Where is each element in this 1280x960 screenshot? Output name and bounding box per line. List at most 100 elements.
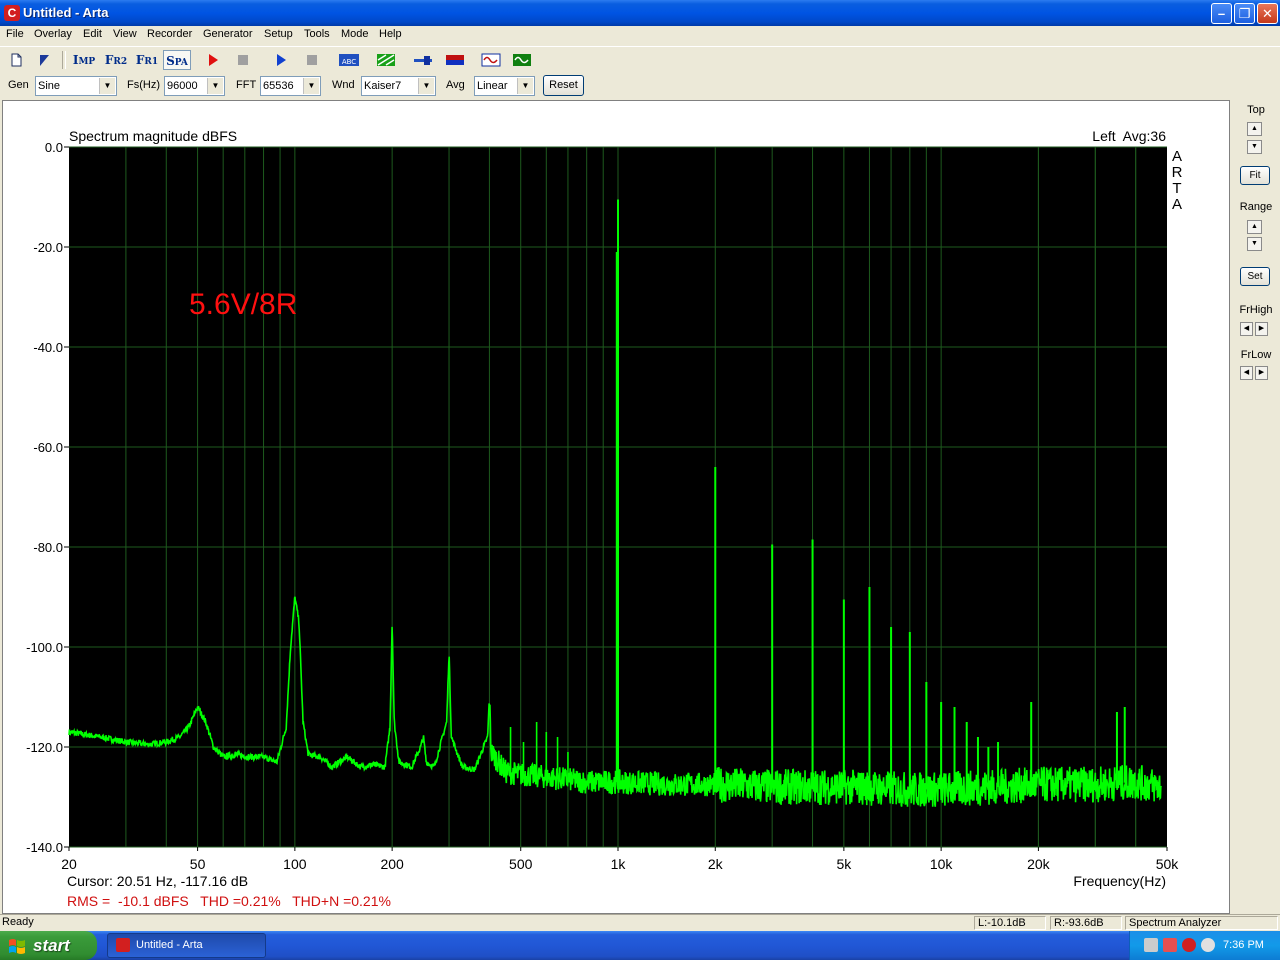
frhigh-label: FrHigh (1239, 304, 1273, 316)
spectrum-graph-panel[interactable]: Spectrum magnitude dBFS Left Avg:36 5.6V… (2, 100, 1230, 914)
toolbar: IMP FR2 FR1 SPA ABC (0, 46, 1280, 73)
x-tick-label: 10k (930, 856, 954, 872)
reset-button[interactable]: Reset (543, 75, 584, 96)
cursor-readout: Cursor: 20.51 Hz, -117.16 dB (67, 873, 248, 889)
arta-app-icon[interactable]: C (4, 5, 20, 21)
x-tick-label: 1k (611, 856, 627, 872)
open-file-button[interactable] (34, 50, 54, 70)
settings-bar: Gen Sine ▼ Fs(Hz) 96000 ▼ FFT 65536 ▼ Wn… (0, 73, 1280, 98)
minimize-button[interactable]: – (1211, 3, 1232, 24)
frlow-right-button[interactable]: ▶ (1255, 366, 1268, 380)
top-down-button[interactable]: ▼ (1247, 140, 1262, 154)
generator-label: Gen (8, 79, 29, 91)
taskbar: start Untitled - Arta 7:36 PM (0, 931, 1280, 960)
slider-icon (414, 56, 432, 65)
fit-button[interactable]: Fit (1240, 166, 1270, 185)
start-label: start (33, 936, 70, 955)
stop-icon (238, 55, 248, 65)
range-down-button[interactable]: ▼ (1247, 237, 1262, 251)
set-button[interactable]: Set (1240, 267, 1270, 286)
x-tick-label: 2k (708, 856, 724, 872)
watermark-letter: T (1172, 180, 1181, 197)
spectrum-chart[interactable]: Spectrum magnitude dBFS Left Avg:36 5.6V… (3, 101, 1229, 913)
menu-recorder[interactable]: Recorder (147, 28, 192, 40)
play-button[interactable] (271, 50, 291, 70)
mode-readout: Spectrum Analyzer (1125, 916, 1278, 930)
frhigh-right-button[interactable]: ▶ (1255, 322, 1268, 336)
dropdown-arrow-icon[interactable]: ▼ (517, 78, 533, 94)
spectrogram-button[interactable] (444, 50, 466, 70)
x-tick-label: 500 (509, 856, 533, 872)
impulse-mode-button[interactable]: IMP (70, 50, 98, 70)
scope-icon (513, 54, 531, 66)
new-file-button[interactable] (6, 50, 26, 70)
network-icon[interactable] (1144, 938, 1158, 952)
sample-rate-select[interactable]: 96000 ▼ (164, 76, 225, 96)
window-title: Untitled - Arta (23, 5, 109, 20)
generator-value: Sine (38, 80, 61, 92)
system-tray-app-icon[interactable] (1201, 938, 1215, 952)
fr2-mode-button[interactable]: FR2 (102, 50, 130, 70)
generator-select[interactable]: Sine ▼ (35, 76, 117, 96)
title-bar: C Untitled - Arta – ❐ ✕ (0, 0, 1280, 26)
range-label: Range (1239, 201, 1273, 213)
maximize-button[interactable]: ❐ (1234, 3, 1255, 24)
record-button[interactable] (203, 50, 223, 70)
sample-rate-value: 96000 (167, 80, 198, 92)
x-axis-label: Frequency(Hz) (1073, 873, 1166, 889)
y-tick-label: -20.0 (33, 240, 63, 255)
menu-generator[interactable]: Generator (203, 28, 253, 40)
x-axis-ticks: 20 50 100 200 500 1k 2k 5k 10k 20k 50k (61, 847, 1179, 872)
dropdown-arrow-icon[interactable]: ▼ (303, 78, 319, 94)
spectrum-mode-button[interactable]: SPA (163, 50, 191, 70)
menu-mode[interactable]: Mode (341, 28, 369, 40)
dropdown-arrow-icon[interactable]: ▼ (418, 78, 434, 94)
measurement-annotation: 5.6V/8R (189, 288, 297, 321)
stop-record-button[interactable] (233, 50, 253, 70)
red-play-icon (209, 54, 218, 66)
menu-edit[interactable]: Edit (83, 28, 102, 40)
volume-icon[interactable] (1163, 938, 1177, 952)
generator-settings-button[interactable] (375, 50, 397, 70)
dropdown-arrow-icon[interactable]: ▼ (207, 78, 223, 94)
overlay-abc-button[interactable]: ABC (337, 50, 361, 70)
oscilloscope-button[interactable] (511, 50, 533, 70)
new-document-icon (11, 53, 22, 67)
fft-size-select[interactable]: 65536 ▼ (260, 76, 321, 96)
start-button[interactable]: start (0, 931, 97, 960)
fr1-mode-button[interactable]: FR1 (133, 50, 161, 70)
averaging-value: Linear (477, 80, 508, 92)
menu-file[interactable]: File (6, 28, 24, 40)
frlow-left-button[interactable]: ◀ (1240, 366, 1253, 380)
taskbar-item-arta[interactable]: Untitled - Arta (107, 933, 266, 958)
y-tick-label: -140.0 (26, 840, 63, 855)
range-up-button[interactable]: ▲ (1247, 220, 1262, 234)
display-controls: Top ▲ ▼ Fit Range ▲ ▼ Set FrHigh ◀ ▶ FrL… (1232, 100, 1280, 914)
spectrogram-icon (446, 55, 464, 65)
left-level-readout: L:-10.1dB (974, 916, 1046, 930)
menu-overlay[interactable]: Overlay (34, 28, 72, 40)
abc-overlay-icon: ABC (339, 54, 359, 66)
thd-measurement: RMS = -10.1 dBFS THD =0.21% THD+N =0.21% (67, 893, 391, 909)
right-level-readout: R:-93.6dB (1050, 916, 1122, 930)
security-shield-icon[interactable] (1182, 938, 1196, 952)
frhigh-left-button[interactable]: ◀ (1240, 322, 1253, 336)
close-button[interactable]: ✕ (1257, 3, 1278, 24)
waveform-button[interactable] (480, 50, 502, 70)
clock: 7:36 PM (1223, 939, 1264, 951)
menu-view[interactable]: View (113, 28, 137, 40)
menu-setup[interactable]: Setup (264, 28, 293, 40)
window-select[interactable]: Kaiser7 ▼ (361, 76, 436, 96)
menu-help[interactable]: Help (379, 28, 402, 40)
system-tray: 7:36 PM (1129, 931, 1280, 960)
top-up-button[interactable]: ▲ (1247, 122, 1262, 136)
sine-wave-icon (481, 53, 501, 67)
measure-button[interactable] (412, 50, 434, 70)
averaging-select[interactable]: Linear ▼ (474, 76, 535, 96)
dropdown-arrow-icon[interactable]: ▼ (99, 78, 115, 94)
y-tick-label: 0.0 (45, 140, 63, 155)
stop-icon (307, 55, 317, 65)
menu-tools[interactable]: Tools (304, 28, 330, 40)
stop-button[interactable] (302, 50, 322, 70)
toolbar-separator (62, 51, 66, 69)
